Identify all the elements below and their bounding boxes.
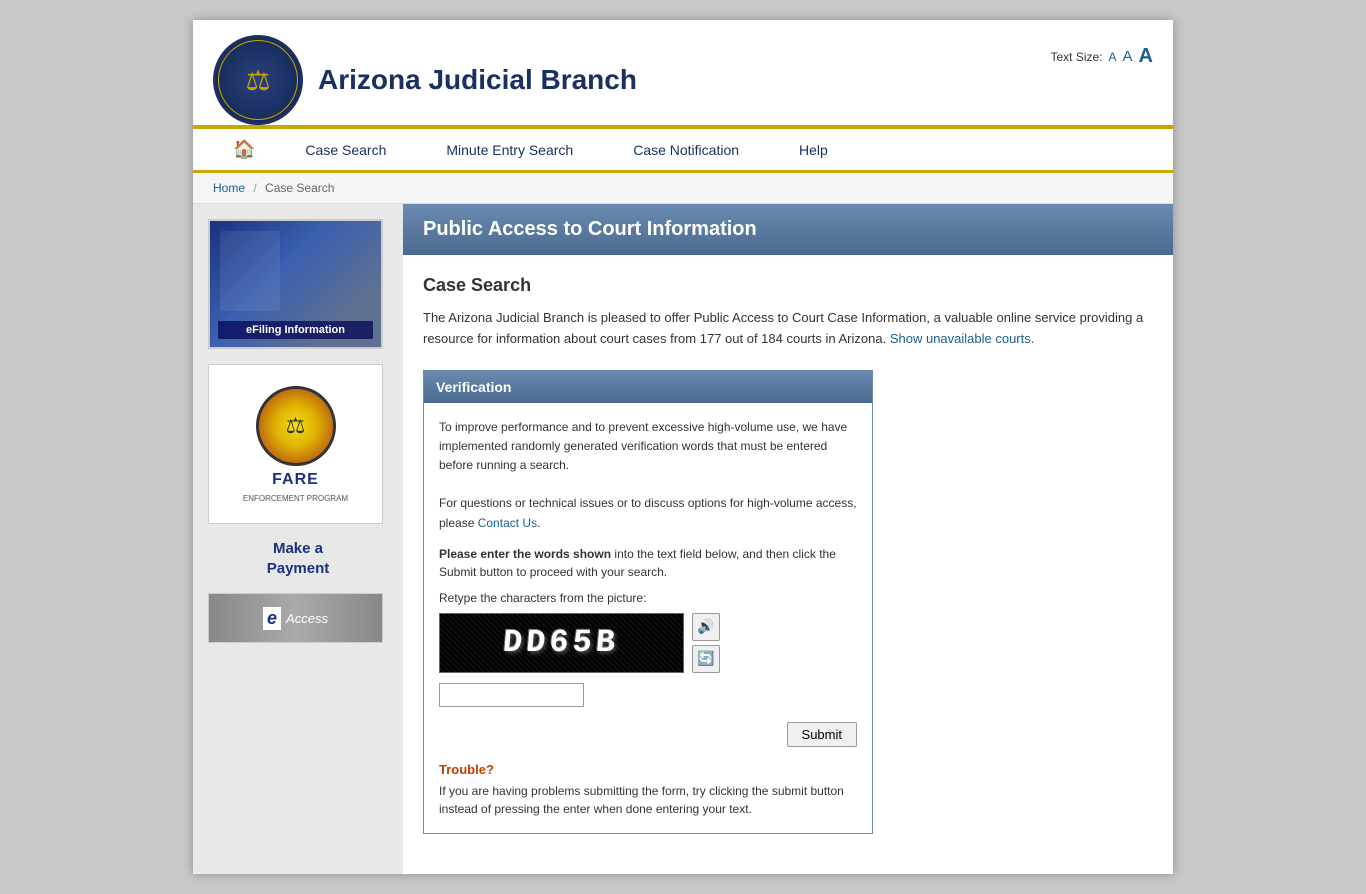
contact-us-link[interactable]: Contact Us [478, 516, 537, 530]
breadcrumb-home[interactable]: Home [213, 181, 245, 195]
make-payment-line2: Payment [208, 559, 388, 579]
verification-desc-p1: To improve performance and to prevent ex… [439, 420, 847, 472]
site-logo [213, 35, 303, 125]
captcha-text: DD65B [502, 624, 621, 661]
text-size-small[interactable]: A [1109, 50, 1117, 64]
make-payment-line1: Make a [208, 539, 388, 559]
eaccess-label: Access [286, 611, 328, 626]
make-payment-link[interactable]: Make a Payment [208, 539, 388, 578]
text-size-medium[interactable]: A [1123, 48, 1133, 65]
fare-logo: ⚖ [256, 386, 336, 466]
sidebar-eaccess-banner[interactable]: e Access [208, 593, 383, 643]
text-size-label: Text Size: [1050, 50, 1102, 64]
nav-help[interactable]: Help [769, 130, 858, 170]
nav-case-notification[interactable]: Case Notification [603, 130, 769, 170]
site-title: Arizona Judicial Branch [318, 64, 637, 96]
retype-label: Retype the characters from the picture: [439, 591, 857, 605]
logo-inner [216, 38, 300, 122]
sidebar: eFiling Information ⚖ FARE ENFORCEMENT P… [193, 204, 403, 874]
intro-text-content: The Arizona Judicial Branch is pleased t… [423, 310, 1143, 346]
captcha-input[interactable] [439, 683, 584, 707]
main-nav: 🏠 Case Search Minute Entry Search Case N… [193, 129, 1173, 173]
intro-text: The Arizona Judicial Branch is pleased t… [423, 308, 1153, 350]
nav-case-search[interactable]: Case Search [275, 130, 416, 170]
captcha-audio-button[interactable]: 🔊 [692, 613, 720, 641]
captcha-area: DD65B 🔊 🔄 [439, 613, 857, 673]
eaccess-e: e [263, 607, 281, 630]
breadcrumb-current: Case Search [265, 181, 334, 195]
instruction-strong: Please enter the words shown [439, 547, 611, 561]
logo-ring [218, 40, 298, 120]
trouble-section: Trouble? If you are having problems subm… [439, 762, 857, 818]
captcha-image: DD65B [439, 613, 684, 673]
main-content: Public Access to Court Information Case … [403, 204, 1173, 874]
page-title-bar: Public Access to Court Information [403, 204, 1173, 255]
text-size-large[interactable]: A [1139, 45, 1153, 68]
verification-box: Verification To improve performance and … [423, 370, 873, 834]
verification-desc: To improve performance and to prevent ex… [439, 418, 857, 533]
verification-header: Verification [424, 371, 872, 403]
captcha-refresh-button[interactable]: 🔄 [692, 645, 720, 673]
verification-body: To improve performance and to prevent ex… [424, 403, 872, 833]
trouble-text: If you are having problems submitting th… [439, 782, 857, 818]
fare-name: FARE [272, 471, 319, 489]
show-unavailable-link[interactable]: Show unavailable courts. [890, 331, 1035, 346]
text-size-control: Text Size: A A A [1050, 35, 1153, 68]
trouble-heading: Trouble? [439, 762, 857, 777]
sidebar-efiling-banner[interactable]: eFiling Information [208, 219, 383, 349]
breadcrumb: Home / Case Search [193, 173, 1173, 204]
nav-minute-entry-search[interactable]: Minute Entry Search [416, 130, 603, 170]
sidebar-efiling-label: eFiling Information [218, 321, 373, 339]
sidebar-fare-banner[interactable]: ⚖ FARE ENFORCEMENT PROGRAM [208, 364, 383, 524]
header-left: Arizona Judicial Branch [213, 35, 637, 125]
page-title: Public Access to Court Information [423, 218, 1153, 241]
breadcrumb-separator: / [253, 181, 256, 195]
case-search-heading: Case Search [423, 275, 1153, 296]
submit-button[interactable]: Submit [787, 722, 857, 747]
captcha-controls: 🔊 🔄 [692, 613, 720, 673]
fare-sub: ENFORCEMENT PROGRAM [243, 494, 348, 503]
home-button[interactable]: 🏠 [213, 129, 275, 170]
verification-instruction: Please enter the words shown into the te… [439, 545, 857, 581]
